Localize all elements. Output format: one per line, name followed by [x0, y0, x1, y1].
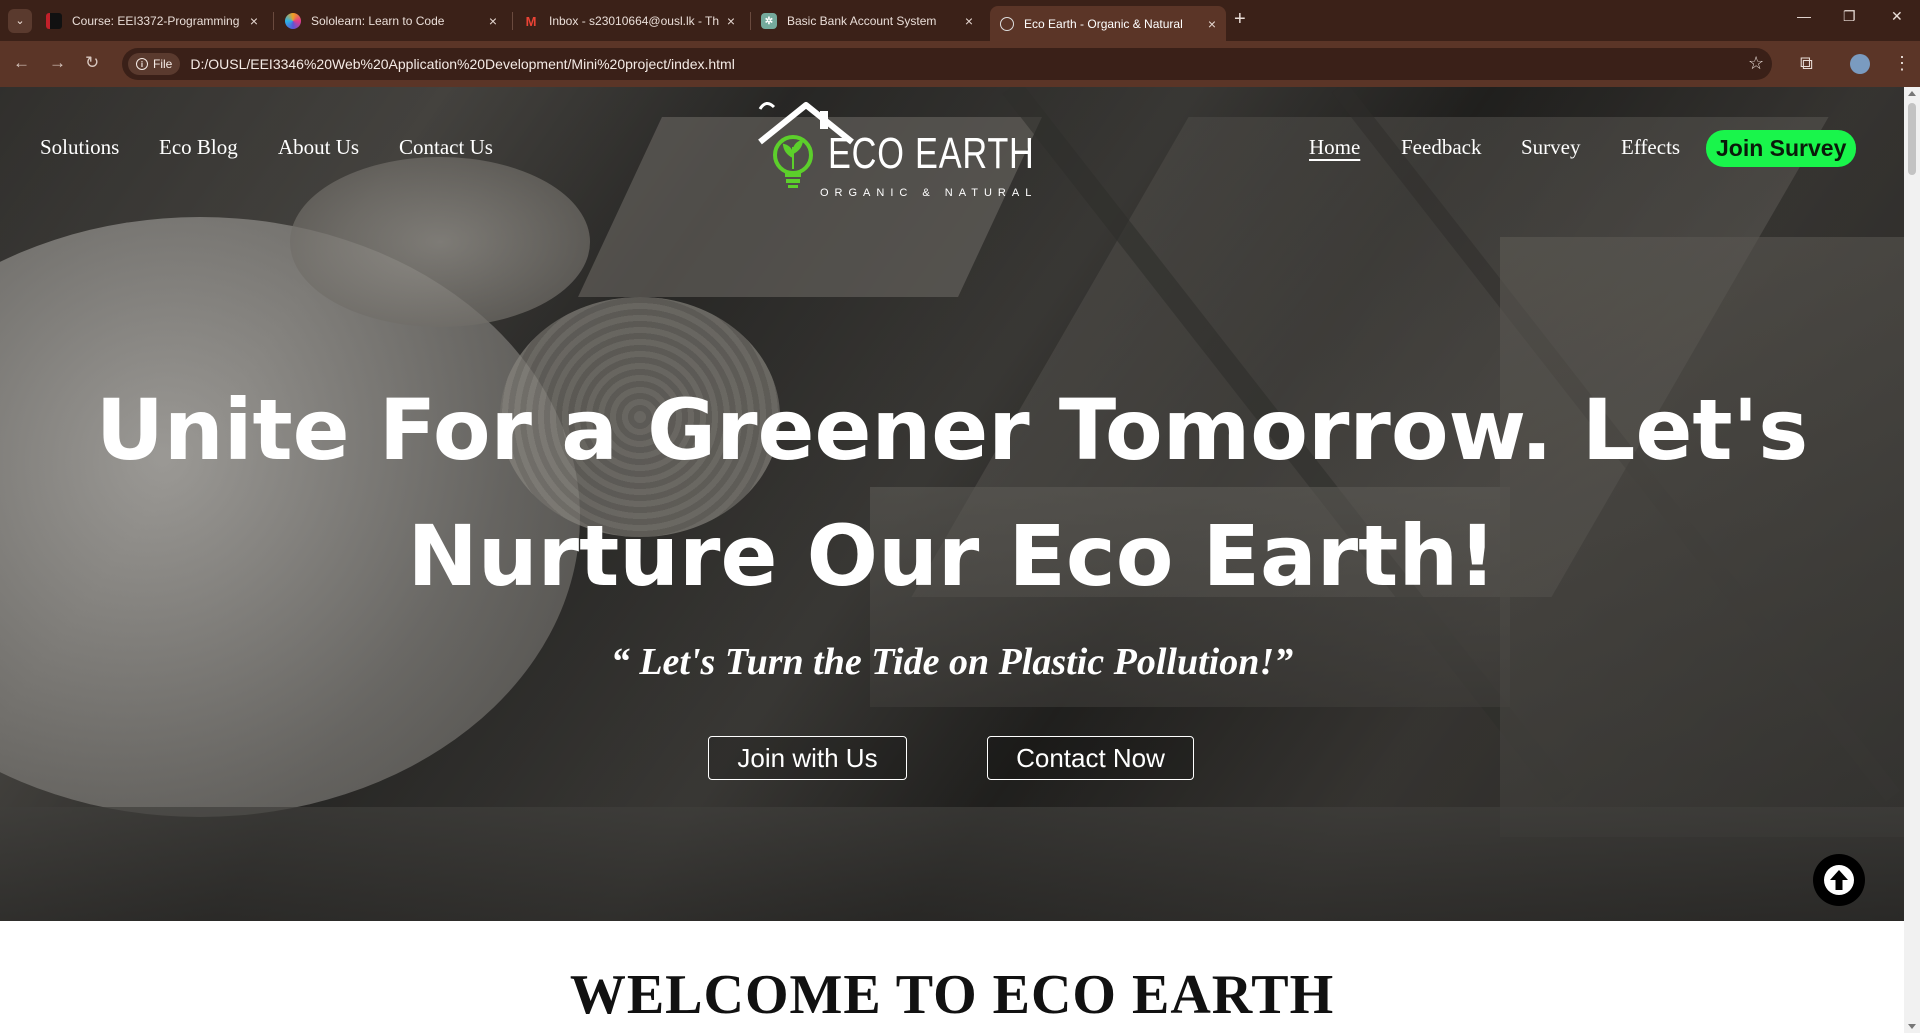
restore-icon[interactable]: ❐: [1843, 8, 1856, 25]
site-info-chip[interactable]: i File: [128, 53, 181, 75]
browser-tab[interactable]: ✲ Basic Bank Account System ×: [751, 6, 983, 36]
close-tab-icon[interactable]: ×: [489, 13, 497, 29]
nav-effects[interactable]: Effects: [1621, 135, 1680, 160]
reload-icon[interactable]: ↻: [85, 53, 99, 73]
scrollbar-thumb[interactable]: [1908, 103, 1916, 175]
bookmark-star-icon[interactable]: ☆: [1748, 53, 1764, 74]
hero-section: Solutions Eco Blog About Us Contact Us E…: [0, 87, 1904, 921]
address-bar[interactable]: i File D:/OUSL/EEI3346%20Web%20Applicati…: [122, 48, 1772, 80]
logo-title: ECO EARTH: [828, 129, 1035, 178]
info-icon: i: [136, 58, 148, 70]
tab-divider: [273, 12, 274, 30]
nav-about-us[interactable]: About Us: [278, 135, 359, 160]
nav-solutions[interactable]: Solutions: [40, 135, 119, 160]
scroll-up-arrow-icon[interactable]: [1908, 91, 1916, 96]
scroll-down-arrow-icon[interactable]: [1908, 1024, 1916, 1029]
site-info-label: File: [153, 57, 173, 71]
back-icon[interactable]: ←: [13, 53, 30, 73]
site-navbar: Solutions Eco Blog About Us Contact Us E…: [0, 87, 1904, 207]
forward-icon[interactable]: →: [49, 53, 66, 73]
extensions-icon[interactable]: ⧉: [1800, 53, 1813, 74]
browser-tab[interactable]: Sololearn: Learn to Code ×: [275, 6, 507, 36]
close-tab-icon[interactable]: ×: [727, 13, 735, 29]
headline-line-2: Nurture Our Eco Earth!: [407, 507, 1497, 605]
nav-feedback[interactable]: Feedback: [1401, 135, 1481, 160]
eco-earth-logo[interactable]: ECO EARTH ORGANIC & NATURAL: [750, 97, 1050, 207]
nav-contact-us[interactable]: Contact Us: [399, 135, 493, 160]
page-viewport: Solutions Eco Blog About Us Contact Us E…: [0, 87, 1904, 1033]
background-yard: [0, 807, 1904, 921]
headline-line-1: Unite For a Greener Tomorrow. Let's: [95, 381, 1809, 479]
close-tab-icon[interactable]: ×: [965, 13, 973, 29]
profile-avatar[interactable]: [1850, 54, 1870, 74]
window-close-icon[interactable]: ✕: [1891, 8, 1903, 25]
arrow-up-icon: [1824, 865, 1854, 895]
hero-tagline: “ Let's Turn the Tide on Plastic Polluti…: [610, 641, 1294, 683]
minimize-icon[interactable]: —: [1797, 8, 1811, 24]
close-tab-icon[interactable]: ×: [250, 13, 258, 29]
hero-headline: Unite For a Greener Tomorrow. Let's Nurt…: [0, 367, 1904, 619]
contact-now-button[interactable]: Contact Now: [987, 736, 1194, 780]
sololearn-icon: [285, 13, 301, 29]
join-with-us-button[interactable]: Join with Us: [708, 736, 907, 780]
close-tab-icon[interactable]: ×: [1208, 16, 1216, 32]
url-text[interactable]: D:/OUSL/EEI3346%20Web%20Application%20De…: [190, 56, 734, 72]
nav-eco-blog[interactable]: Eco Blog: [159, 135, 238, 160]
tab-search-button[interactable]: ⌄: [8, 8, 32, 33]
scroll-to-top-button[interactable]: [1813, 854, 1865, 906]
browser-menu-icon[interactable]: ⋮: [1893, 53, 1911, 74]
nav-home[interactable]: Home: [1309, 135, 1360, 160]
browser-tab-strip: ⌄ Course: EEI3372-Programming × Sololear…: [0, 0, 1920, 41]
browser-tab[interactable]: Course: EEI3372-Programming ×: [36, 6, 268, 36]
join-survey-button[interactable]: Join Survey: [1706, 130, 1857, 167]
new-tab-icon[interactable]: +: [1234, 8, 1246, 31]
chatgpt-icon: ✲: [761, 13, 777, 29]
browser-tab-active[interactable]: Eco Earth - Organic & Natural ×: [990, 6, 1226, 41]
nav-survey[interactable]: Survey: [1521, 135, 1581, 160]
chevron-down-icon: ⌄: [15, 15, 25, 27]
logo-subtitle: ORGANIC & NATURAL: [820, 187, 1038, 199]
page-scrollbar[interactable]: [1904, 87, 1920, 1033]
browser-toolbar: ← → ↻ i File D:/OUSL/EEI3346%20Web%20App…: [0, 41, 1920, 87]
globe-icon: [1000, 16, 1014, 31]
browser-tab[interactable]: M Inbox - s23010664@ousl.lk - Th ×: [513, 6, 745, 36]
course-icon: [46, 13, 62, 29]
gmail-icon: M: [525, 13, 537, 29]
welcome-heading: WELCOME TO ECO EARTH: [569, 964, 1335, 1026]
